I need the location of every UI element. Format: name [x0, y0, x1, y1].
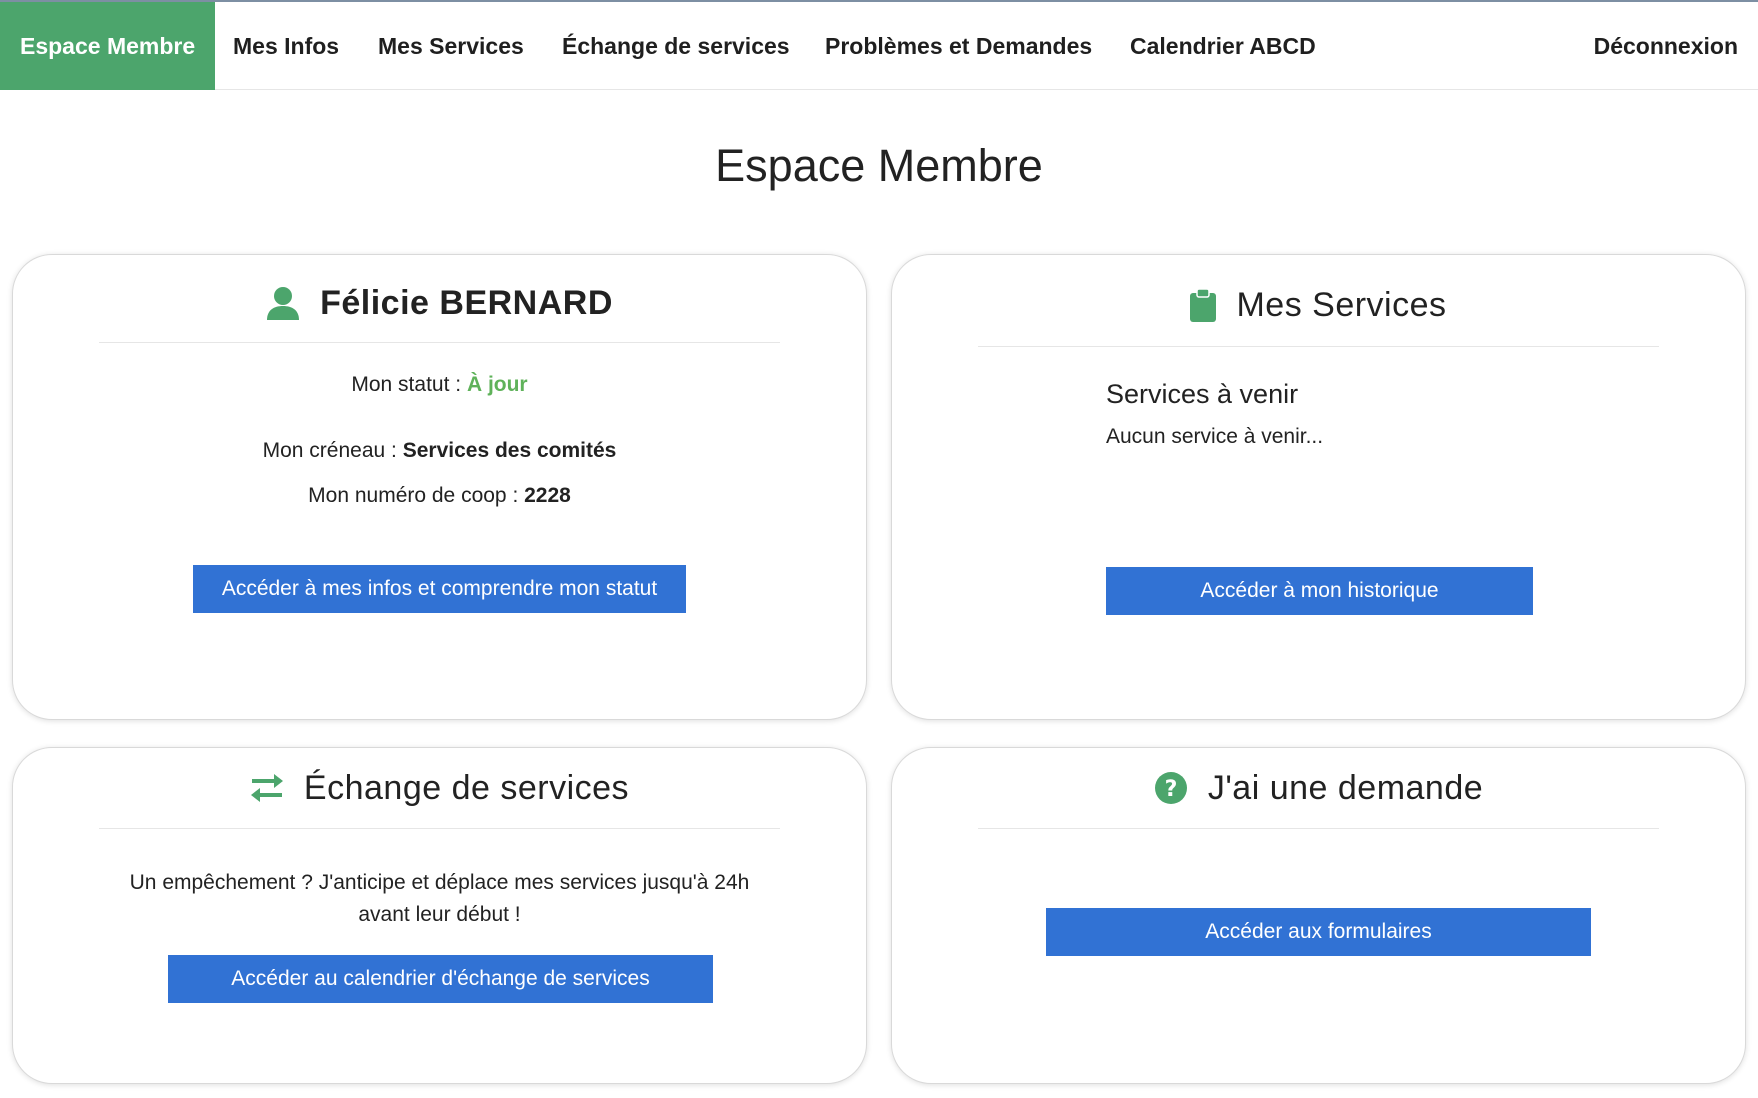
request-card-header: ? J'ai une demande	[892, 762, 1745, 814]
slot-value: Services des comités	[402, 439, 617, 462]
profile-card-header: Félicie BERNARD	[13, 277, 866, 329]
clipboard-icon	[1190, 288, 1217, 322]
nav-problemes-et-demandes[interactable]: Problèmes et Demandes	[825, 2, 1092, 90]
coop-label: Mon numéro de coop :	[308, 484, 525, 507]
top-navbar: Espace Membre Mes Infos Mes Services Éch…	[0, 0, 1758, 90]
history-button[interactable]: Accéder à mon historique	[1106, 567, 1533, 615]
exchange-calendar-button[interactable]: Accéder au calendrier d'échange de servi…	[168, 955, 713, 1003]
services-title: Mes Services	[1236, 285, 1447, 324]
forms-button[interactable]: Accéder aux formulaires	[1046, 908, 1591, 956]
services-card-header: Mes Services	[892, 279, 1745, 331]
status-value: À jour	[466, 373, 528, 396]
request-card: ? J'ai une demande Accéder aux formulair…	[891, 747, 1746, 1084]
coop-value: 2228	[524, 484, 571, 507]
member-name: Félicie BERNARD	[320, 283, 613, 322]
question-circle-icon: ?	[1154, 771, 1188, 805]
exchange-text-line1: Un empêchement ? J'anticipe et déplace m…	[129, 871, 750, 894]
page-title: Espace Membre	[715, 140, 1043, 191]
user-icon	[266, 286, 300, 320]
slot-line: Mon créneau : Services des comités	[13, 439, 866, 463]
profile-card: Félicie BERNARD Mon statut : À jour Mon …	[12, 254, 867, 720]
nav-espace-membre[interactable]: Espace Membre	[0, 2, 216, 90]
status-line: Mon statut : À jour	[13, 373, 866, 397]
exchange-divider	[99, 828, 780, 829]
request-title: J'ai une demande	[1207, 768, 1484, 807]
services-card: Mes Services Services à venir Aucun serv…	[891, 254, 1746, 720]
upcoming-heading: Services à venir	[1106, 379, 1299, 409]
profile-divider	[99, 342, 780, 343]
exchange-arrows-icon	[250, 774, 284, 802]
nav-calendrier-abcd[interactable]: Calendrier ABCD	[1130, 2, 1316, 90]
upcoming-empty-text: Aucun service à venir...	[1106, 425, 1324, 448]
slot-label: Mon créneau :	[262, 439, 403, 462]
nav-mes-services[interactable]: Mes Services	[378, 2, 524, 90]
services-divider	[978, 346, 1659, 347]
coop-line: Mon numéro de coop : 2228	[13, 484, 866, 508]
exchange-title: Échange de services	[303, 768, 630, 807]
nav-echange-de-services[interactable]: Échange de services	[562, 2, 790, 90]
exchange-card-header: Échange de services	[13, 762, 866, 814]
request-divider	[978, 828, 1659, 829]
nav-deconnexion[interactable]: Déconnexion	[1594, 2, 1738, 90]
exchange-card: Échange de services Un empêchement ? J'a…	[12, 747, 867, 1084]
nav-mes-infos[interactable]: Mes Infos	[233, 2, 339, 90]
profile-info-button[interactable]: Accéder à mes infos et comprendre mon st…	[193, 565, 686, 613]
exchange-text-line2: avant leur début !	[358, 903, 521, 926]
svg-text:?: ?	[1164, 777, 1177, 802]
status-label: Mon statut :	[351, 373, 467, 396]
